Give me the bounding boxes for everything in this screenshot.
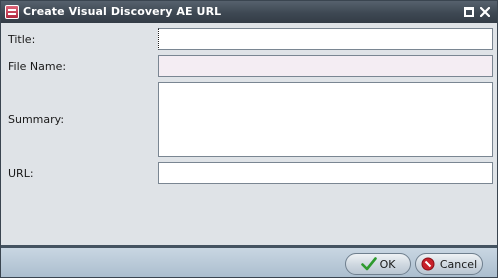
maximize-icon[interactable] — [464, 7, 474, 17]
cancel-button[interactable]: Cancel — [415, 253, 483, 275]
create-url-dialog: Create Visual Discovery AE URL Title: Fi… — [0, 0, 498, 278]
dialog-title: Create Visual Discovery AE URL — [23, 5, 222, 18]
button-bar: OK Cancel — [1, 245, 497, 277]
file-name-input[interactable] — [158, 55, 493, 77]
title-bar[interactable]: Create Visual Discovery AE URL — [1, 1, 497, 23]
ok-button[interactable]: OK — [345, 253, 411, 275]
check-icon — [360, 257, 377, 271]
summary-textarea[interactable] — [158, 82, 493, 157]
cancel-icon — [421, 257, 437, 271]
title-input[interactable] — [158, 28, 493, 50]
ok-label: OK — [379, 257, 396, 271]
url-input[interactable] — [158, 162, 493, 184]
cancel-label: Cancel — [439, 257, 478, 271]
close-icon[interactable] — [480, 7, 490, 17]
file-name-label: File Name: — [8, 60, 67, 73]
url-label: URL: — [8, 167, 34, 180]
summary-label: Summary: — [8, 113, 65, 126]
title-label: Title: — [8, 33, 36, 46]
app-icon — [5, 5, 19, 19]
